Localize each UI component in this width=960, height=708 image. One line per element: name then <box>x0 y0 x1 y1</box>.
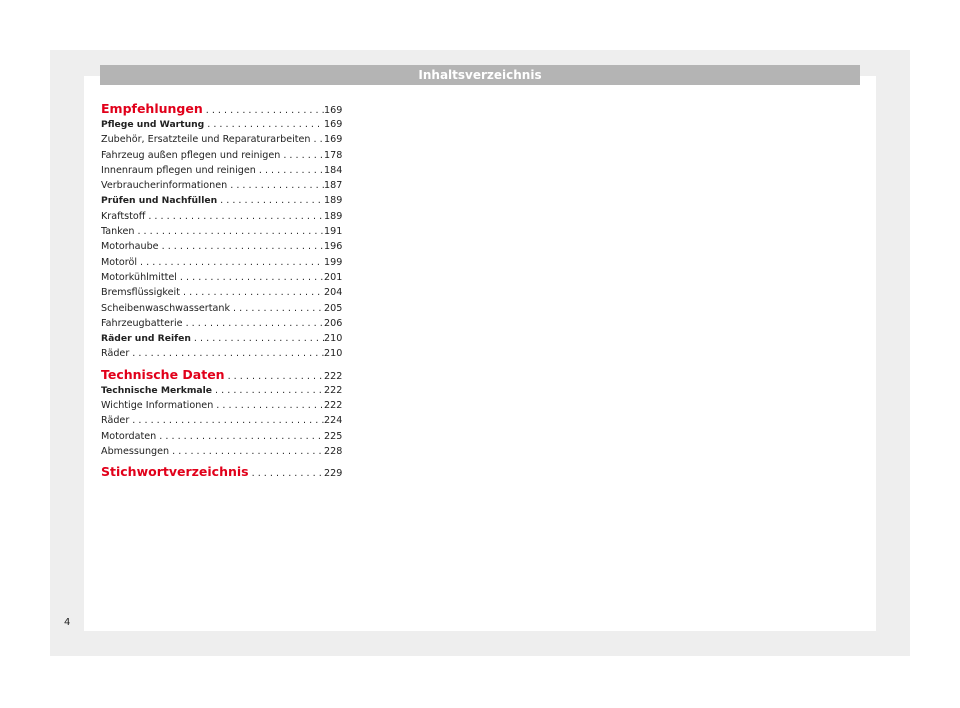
toc-label: Motoröl <box>101 256 138 268</box>
toc-label: Zubehör, Ersatzteile und Reparaturarbeit… <box>101 134 311 146</box>
toc-entry[interactable]: Motorhaube 196 <box>101 239 342 254</box>
toc-leader-dots <box>169 444 324 459</box>
toc-page-number: 189 <box>324 210 342 222</box>
toc-page-number: 169 <box>324 134 342 146</box>
toc-leader-dots <box>156 429 324 444</box>
toc-label: Innenraum pflegen und reinigen <box>101 164 256 176</box>
toc-entry[interactable]: Motorkühlmittel 201 <box>101 270 342 285</box>
toc-entry[interactable]: Scheibenwaschwassertank 205 <box>101 301 342 316</box>
toc-leader-dots <box>213 398 324 413</box>
toc-label: Kraftstoff <box>101 210 146 222</box>
toc-entry[interactable]: Räder 210 <box>101 346 342 361</box>
toc-entry[interactable]: Fahrzeug außen pflegen und reinigen 178 <box>101 148 342 163</box>
toc-label: Stichwortverzeichnis <box>101 464 249 480</box>
toc-leader-dots <box>191 331 324 346</box>
toc-label: Bremsflüssigkeit <box>101 287 180 299</box>
toc-chapter[interactable]: Empfehlungen 169 <box>101 100 342 117</box>
toc-page-number: 210 <box>324 333 342 345</box>
toc-leader-dots <box>227 178 324 193</box>
toc-label: Motordaten <box>101 430 157 442</box>
toc-entry[interactable]: Innenraum pflegen und reinigen 184 <box>101 163 342 178</box>
toc-section[interactable]: Räder und Reifen 210 <box>101 331 342 346</box>
toc-label: Empfehlungen <box>101 101 203 116</box>
toc-page-number: 169 <box>324 105 342 116</box>
toc-page-number: 224 <box>324 415 342 427</box>
toc-leader-dots <box>311 132 324 147</box>
toc-entry[interactable]: Zubehör, Ersatzteile und Reparaturarbeit… <box>101 132 342 147</box>
toc-leader-dots <box>137 255 324 270</box>
toc-leader-dots <box>145 209 324 224</box>
toc-leader-dots <box>230 301 324 316</box>
toc-chapter[interactable]: Technische Daten 222 <box>101 366 342 383</box>
toc-entry[interactable]: Wichtige Informationen 222 <box>101 398 342 413</box>
toc-entry[interactable]: Bremsflüssigkeit 204 <box>101 285 342 300</box>
toc-leader-dots <box>180 285 324 300</box>
table-of-contents: Empfehlungen 169 Pflege und Wartung 169 Zube… <box>101 100 342 480</box>
toc-chapter[interactable]: Stichwortverzeichnis 229 <box>101 463 342 480</box>
toc-label: Motorhaube <box>101 241 159 253</box>
page-header-title: Inhaltsverzeichnis <box>100 65 860 85</box>
toc-leader-dots <box>177 270 324 285</box>
toc-label: Räder <box>101 348 130 360</box>
toc-label: Wichtige Informationen <box>101 400 214 412</box>
toc-leader-dots <box>129 346 324 361</box>
toc-page-number: 199 <box>324 256 342 268</box>
toc-leader-dots <box>212 383 324 398</box>
toc-section[interactable]: Prüfen und Nachfüllen 189 <box>101 193 342 208</box>
toc-label: Räder <box>101 415 130 427</box>
toc-page-number: 201 <box>324 271 342 283</box>
toc-page-number: 229 <box>324 468 342 480</box>
toc-page-number: 196 <box>324 241 342 253</box>
toc-entry[interactable]: Motoröl 199 <box>101 255 342 270</box>
toc-label: Fahrzeug außen pflegen und reinigen <box>101 149 281 161</box>
toc-section[interactable]: Technische Merkmale 222 <box>101 383 342 398</box>
toc-entry[interactable]: Fahrzeugbatterie 206 <box>101 316 342 331</box>
toc-label: Scheibenwaschwassertank <box>101 302 231 314</box>
toc-page-number: 189 <box>324 195 342 207</box>
toc-entry[interactable]: Kraftstoff 189 <box>101 209 342 224</box>
toc-leader-dots <box>249 465 324 480</box>
toc-label: Pflege und Wartung <box>101 119 205 130</box>
toc-entry[interactable]: Räder 224 <box>101 413 342 428</box>
toc-page-number: 228 <box>324 445 342 457</box>
toc-leader-dots <box>134 224 324 239</box>
toc-entry[interactable]: Tanken 191 <box>101 224 342 239</box>
toc-page-number: 225 <box>324 430 342 442</box>
toc-leader-dots <box>256 163 324 178</box>
toc-leader-dots <box>225 368 324 383</box>
toc-page-number: 222 <box>324 400 342 412</box>
toc-page-number: 184 <box>324 164 342 176</box>
toc-page-number: 169 <box>324 119 342 130</box>
toc-label: Verbraucherinformationen <box>101 180 228 192</box>
toc-section[interactable]: Pflege und Wartung 169 <box>101 117 342 132</box>
toc-leader-dots <box>159 239 324 254</box>
toc-leader-dots <box>217 193 324 208</box>
toc-leader-dots <box>129 413 324 428</box>
toc-label: Tanken <box>101 226 135 238</box>
page-number: 4 <box>64 617 71 628</box>
toc-page-number: 222 <box>324 384 342 396</box>
toc-label: Prüfen und Nachfüllen <box>101 195 218 207</box>
toc-leader-dots <box>204 117 324 132</box>
toc-label: Räder und Reifen <box>101 333 191 345</box>
toc-leader-dots <box>203 102 324 117</box>
toc-page-number: 210 <box>324 348 342 360</box>
toc-page-number: 205 <box>324 302 342 314</box>
toc-page-number: 222 <box>324 370 342 382</box>
toc-label: Abmessungen <box>101 445 170 457</box>
toc-page-number: 204 <box>324 287 342 299</box>
toc-label: Motorkühlmittel <box>101 271 177 283</box>
toc-entry[interactable]: Abmessungen 228 <box>101 444 342 459</box>
toc-label: Technische Daten <box>101 366 225 382</box>
toc-leader-dots <box>183 316 324 331</box>
toc-label: Fahrzeugbatterie <box>101 317 183 329</box>
toc-page-number: 187 <box>324 180 342 192</box>
toc-page-number: 206 <box>324 317 342 329</box>
toc-entry[interactable]: Motordaten 225 <box>101 429 342 444</box>
toc-page-number: 191 <box>324 226 342 238</box>
toc-label: Technische Merkmale <box>101 384 213 396</box>
toc-page-number: 178 <box>324 149 342 161</box>
toc-leader-dots <box>280 148 324 163</box>
toc-entry[interactable]: Verbraucherinformationen 187 <box>101 178 342 193</box>
